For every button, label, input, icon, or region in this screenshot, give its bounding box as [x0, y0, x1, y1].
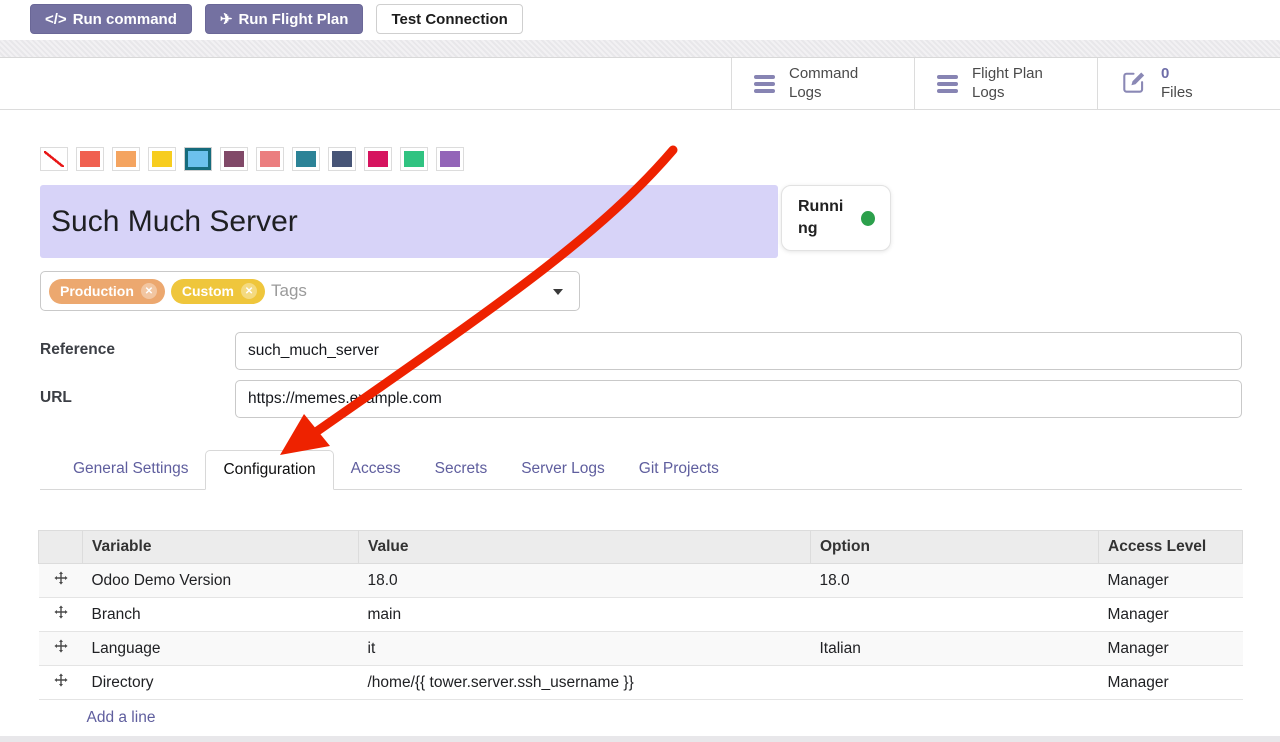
edit-square-icon — [1120, 68, 1147, 100]
form-sheet: Such Much Server Running Production ✕ Cu… — [0, 147, 1280, 741]
variable-cell[interactable]: Language — [83, 632, 359, 666]
server-name-title[interactable]: Such Much Server — [40, 185, 778, 258]
color-swatch-none[interactable] — [40, 147, 68, 171]
url-field[interactable] — [235, 380, 1242, 418]
tab-server-logs[interactable]: Server Logs — [504, 450, 622, 489]
variable-cell[interactable]: Branch — [83, 598, 359, 632]
color-palette — [40, 147, 1242, 171]
tab-configuration[interactable]: Configuration — [205, 450, 333, 490]
tags-placeholder: Tags — [271, 281, 307, 301]
table-header-row: Variable Value Option Access Level — [39, 531, 1243, 564]
run-command-button[interactable]: </> Run command — [30, 4, 192, 34]
flight-plan-logs-label: Flight Plan Logs — [972, 65, 1068, 103]
option-cell[interactable] — [811, 598, 1099, 632]
command-logs-label: Command Logs — [789, 65, 885, 103]
files-count: 0 — [1161, 65, 1169, 82]
code-icon: </> — [45, 11, 67, 28]
bottom-page-edge — [0, 736, 1280, 742]
status-badge[interactable]: Running — [781, 185, 891, 251]
tab-secrets[interactable]: Secrets — [418, 450, 505, 489]
status-dot-icon — [861, 211, 875, 226]
files-label: Files — [1161, 84, 1193, 101]
run-command-label: Run command — [73, 11, 177, 28]
access-level-cell[interactable]: Manager — [1099, 598, 1243, 632]
tags-input[interactable]: Production ✕ Custom ✕ Tags — [40, 271, 580, 311]
tag-production[interactable]: Production ✕ — [49, 279, 165, 304]
option-cell[interactable] — [811, 666, 1099, 700]
drag-handle-icon[interactable] — [39, 564, 83, 598]
color-swatch-selected[interactable] — [184, 147, 212, 171]
drag-handle-icon[interactable] — [39, 666, 83, 700]
access-level-cell[interactable]: Manager — [1099, 564, 1243, 598]
color-swatch[interactable] — [148, 147, 176, 171]
color-swatch[interactable] — [364, 147, 392, 171]
status-label: Running — [798, 196, 850, 241]
plane-icon: ✈ — [220, 10, 233, 28]
access-level-column-header[interactable]: Access Level — [1099, 531, 1243, 564]
run-flight-plan-button[interactable]: ✈ Run Flight Plan — [205, 4, 364, 34]
table-row[interactable]: Branch main Manager — [39, 598, 1243, 632]
stat-files[interactable]: 0 Files — [1097, 58, 1280, 109]
reference-field[interactable] — [235, 332, 1242, 370]
color-swatch[interactable] — [328, 147, 356, 171]
color-swatch[interactable] — [256, 147, 284, 171]
action-bar: </> Run command ✈ Run Flight Plan Test C… — [0, 0, 1280, 40]
tag-custom-label: Custom — [182, 283, 234, 299]
color-swatch[interactable] — [292, 147, 320, 171]
color-swatch[interactable] — [400, 147, 428, 171]
value-column-header[interactable]: Value — [359, 531, 811, 564]
value-cell[interactable]: 18.0 — [359, 564, 811, 598]
list-icon — [937, 75, 958, 93]
reference-label: Reference — [40, 332, 235, 370]
configuration-table: Variable Value Option Access Level Odoo … — [38, 530, 1243, 741]
variable-cell[interactable]: Directory — [83, 666, 359, 700]
table-row[interactable]: Language it Italian Manager — [39, 632, 1243, 666]
color-swatch[interactable] — [436, 147, 464, 171]
remove-tag-icon[interactable]: ✕ — [141, 283, 157, 299]
test-connection-button[interactable]: Test Connection — [376, 4, 522, 34]
color-swatch[interactable] — [76, 147, 104, 171]
stat-command-logs[interactable]: Command Logs — [731, 58, 914, 109]
access-level-cell[interactable]: Manager — [1099, 666, 1243, 700]
tab-access[interactable]: Access — [334, 450, 418, 489]
handle-column-header — [39, 531, 83, 564]
tag-custom[interactable]: Custom ✕ — [171, 279, 265, 304]
table-row[interactable]: Directory /home/{{ tower.server.ssh_user… — [39, 666, 1243, 700]
value-cell[interactable]: it — [359, 632, 811, 666]
stat-flight-plan-logs[interactable]: Flight Plan Logs — [914, 58, 1097, 109]
access-level-cell[interactable]: Manager — [1099, 632, 1243, 666]
value-cell[interactable]: /home/{{ tower.server.ssh_username }} — [359, 666, 811, 700]
color-swatch[interactable] — [220, 147, 248, 171]
option-cell[interactable]: 18.0 — [811, 564, 1099, 598]
url-label: URL — [40, 380, 235, 418]
drag-handle-icon[interactable] — [39, 632, 83, 666]
option-column-header[interactable]: Option — [811, 531, 1099, 564]
notebook-tabs: General Settings Configuration Access Se… — [40, 450, 1242, 490]
value-cell[interactable]: main — [359, 598, 811, 632]
color-swatch[interactable] — [112, 147, 140, 171]
option-cell[interactable]: Italian — [811, 632, 1099, 666]
tab-git-projects[interactable]: Git Projects — [622, 450, 736, 489]
test-connection-label: Test Connection — [391, 11, 507, 28]
tag-production-label: Production — [60, 283, 134, 299]
stat-button-bar: Command Logs Flight Plan Logs 0 Files — [0, 58, 1280, 110]
remove-tag-icon[interactable]: ✕ — [241, 283, 257, 299]
drag-handle-icon[interactable] — [39, 598, 83, 632]
table-row[interactable]: Odoo Demo Version 18.0 18.0 Manager — [39, 564, 1243, 598]
tab-general-settings[interactable]: General Settings — [56, 450, 205, 489]
files-stat-text: 0 Files — [1161, 65, 1193, 103]
run-flight-plan-label: Run Flight Plan — [238, 11, 348, 28]
chevron-down-icon[interactable] — [553, 289, 563, 295]
list-icon — [754, 75, 775, 93]
textured-divider — [0, 40, 1280, 58]
add-a-line-link[interactable]: Add a line — [87, 709, 156, 726]
table-footer-row: Add a line — [39, 700, 1243, 741]
variable-column-header[interactable]: Variable — [83, 531, 359, 564]
variable-cell[interactable]: Odoo Demo Version — [83, 564, 359, 598]
